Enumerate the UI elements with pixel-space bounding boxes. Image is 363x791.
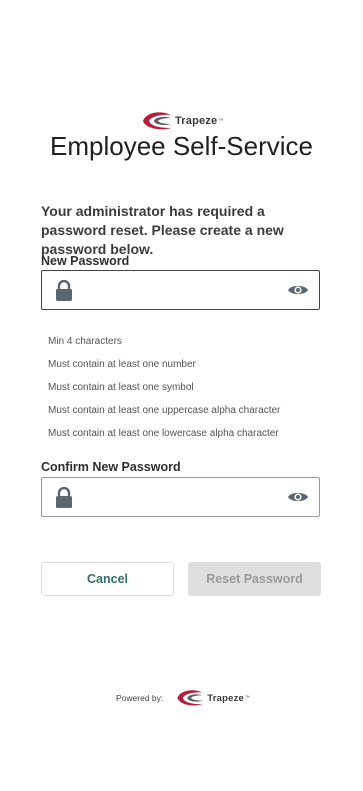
eye-icon[interactable]	[287, 490, 309, 504]
trademark: ™	[245, 695, 251, 701]
confirm-password-label: Confirm New Password	[41, 460, 181, 474]
password-rules-list: Min 4 characters Must contain at least o…	[48, 335, 280, 450]
lock-icon	[56, 487, 72, 508]
brand-name: Trapeze	[175, 115, 218, 127]
powered-by-footer: Powered by: Trapeze ™	[116, 689, 250, 707]
password-rule: Must contain at least one uppercase alph…	[48, 405, 281, 416]
password-rule: Min 4 characters	[48, 336, 122, 347]
confirm-password-input[interactable]	[82, 478, 282, 516]
brand-name: Trapeze	[207, 692, 245, 704]
confirm-password-field-container	[41, 477, 320, 517]
new-password-label: New Password	[41, 254, 130, 268]
powered-by-label: Powered by:	[116, 693, 164, 703]
cancel-button[interactable]: Cancel	[41, 562, 174, 596]
eye-icon[interactable]	[287, 283, 309, 297]
new-password-field-container	[41, 270, 320, 310]
password-rule: Must contain at least one number	[48, 359, 196, 370]
new-password-input[interactable]	[82, 271, 282, 309]
trapeze-swoosh-icon	[177, 690, 203, 706]
lock-icon	[56, 280, 72, 301]
reset-password-button[interactable]: Reset Password	[188, 562, 321, 596]
instructions-text: Your administrator has required a passwo…	[41, 203, 284, 257]
password-rule: Must contain at least one lowercase alph…	[48, 428, 279, 439]
trapeze-swoosh-icon	[143, 112, 171, 130]
trapeze-logo: Trapeze ™	[141, 111, 223, 131]
page-title: Employee Self-Service	[50, 131, 313, 161]
trademark: ™	[218, 118, 224, 124]
password-rule: Must contain at least one symbol	[48, 382, 194, 393]
